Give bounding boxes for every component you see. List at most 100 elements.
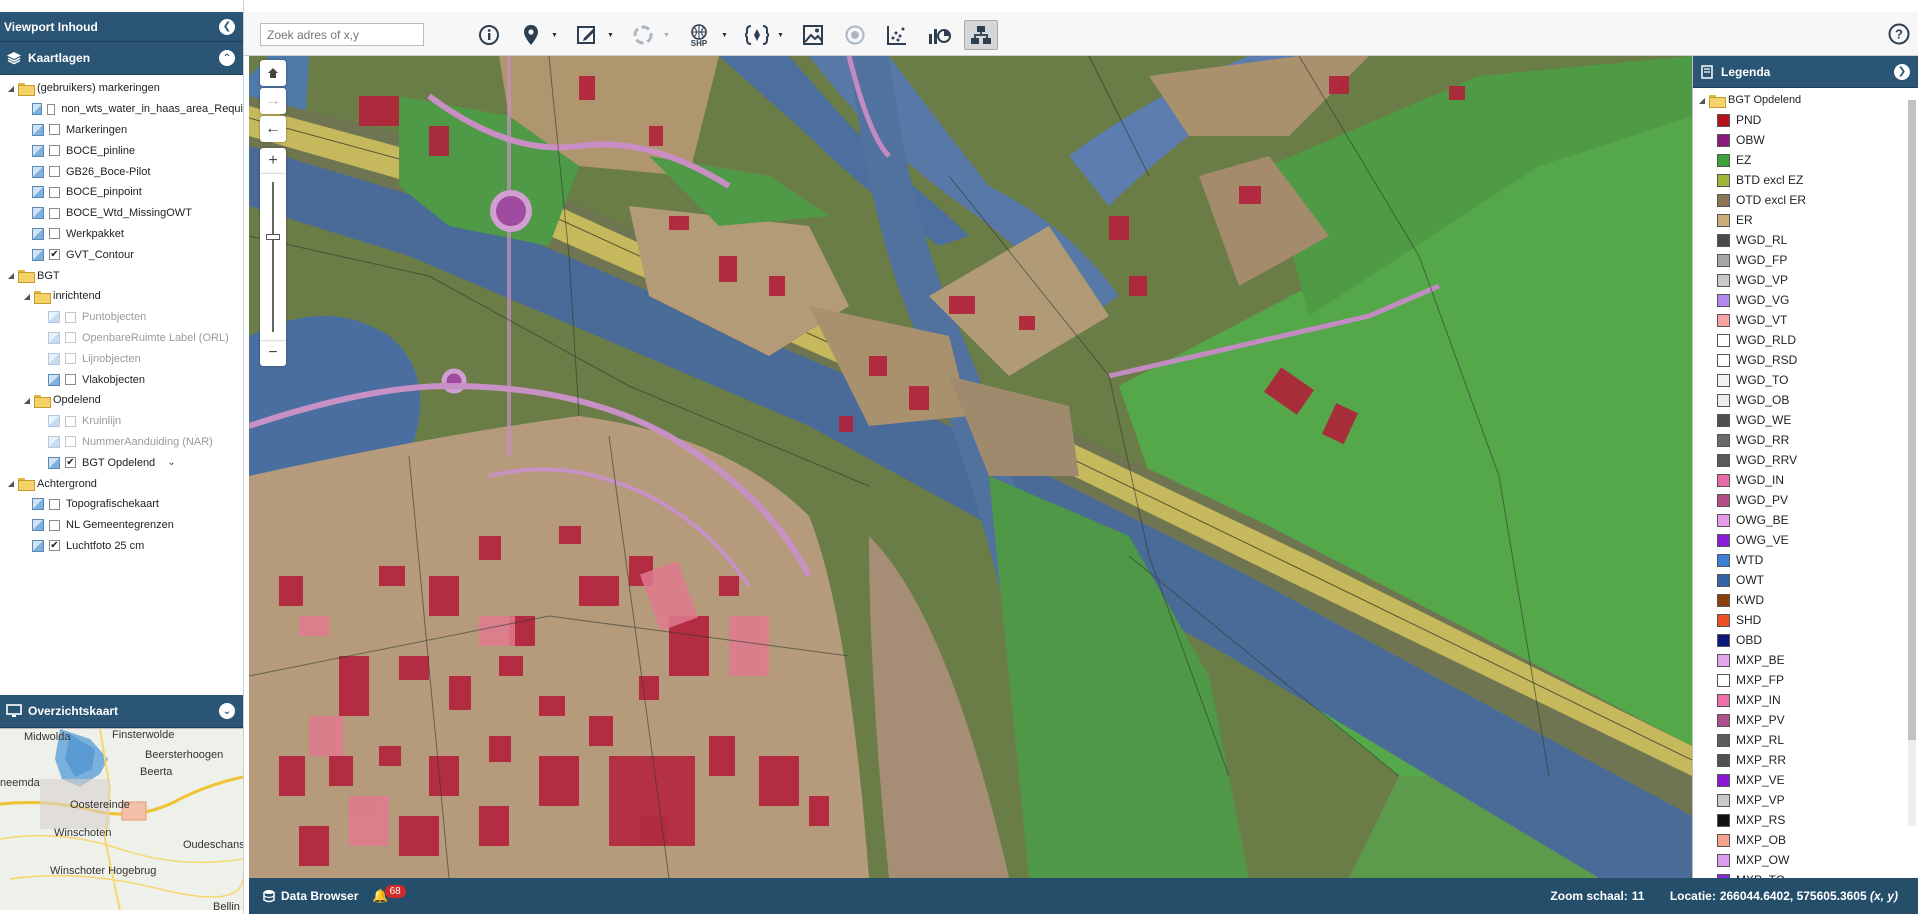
layer-checkbox[interactable] <box>65 374 76 386</box>
layer-settings-icon[interactable] <box>48 456 60 469</box>
legend-scrollbar[interactable] <box>1908 100 1916 826</box>
search-input[interactable] <box>260 23 424 46</box>
layer-item[interactable]: NummerAanduiding (NAR) <box>0 432 243 453</box>
caret-down-icon[interactable]: ▼ <box>551 32 558 39</box>
layer-group[interactable]: ◢ Achtergrond <box>0 473 243 494</box>
layer-checkbox[interactable] <box>49 186 60 198</box>
collapse-right-icon[interactable]: ❯ <box>1894 63 1910 80</box>
zoom-in-button[interactable]: + <box>260 148 286 174</box>
image-map-icon[interactable] <box>796 20 830 50</box>
layer-settings-icon[interactable] <box>32 519 44 532</box>
target-icon[interactable] <box>838 20 872 50</box>
layer-settings-icon[interactable] <box>48 415 60 428</box>
fields-icon[interactable] <box>740 20 774 50</box>
layer-item[interactable]: ✔ Luchtfoto 25 cm <box>0 536 243 557</box>
layer-settings-icon[interactable] <box>32 103 42 116</box>
edit-icon[interactable] <box>570 20 604 50</box>
layer-item[interactable]: GB26_Boce-Pilot <box>0 161 243 182</box>
collapse-left-icon[interactable]: ❮ <box>219 18 235 35</box>
expand-toggle-icon[interactable]: ◢ <box>6 479 16 488</box>
zoom-slider[interactable] <box>260 174 286 340</box>
layer-item[interactable]: BOCE_pinpoint <box>0 182 243 203</box>
legend-header[interactable]: Legenda ❯ <box>1693 56 1918 88</box>
layer-settings-icon[interactable] <box>48 311 60 324</box>
layer-checkbox[interactable] <box>49 124 60 136</box>
chevron-down-icon[interactable]: ⌄ <box>219 703 235 719</box>
layer-settings-icon[interactable] <box>32 123 44 136</box>
layer-item[interactable]: ✔ BGT Opdelend ⌄ <box>0 452 243 473</box>
home-icon[interactable] <box>260 60 286 86</box>
expand-toggle-icon[interactable]: ◢ <box>6 271 16 280</box>
legend-root[interactable]: ◢ BGT Opdelend <box>1697 90 1905 110</box>
layer-item[interactable]: OpenbareRuimte Label (ORL) <box>0 328 243 349</box>
layer-item[interactable]: ✔ GVT_Contour <box>0 244 243 265</box>
expand-toggle-icon[interactable]: ◢ <box>6 84 16 93</box>
layer-group[interactable]: ◢ Opdelend <box>0 390 243 411</box>
layer-item[interactable]: Kruinlijn <box>0 411 243 432</box>
spinner-icon[interactable] <box>626 20 660 50</box>
layer-settings-icon[interactable] <box>32 144 44 157</box>
layer-checkbox[interactable] <box>46 103 56 115</box>
layer-settings-icon[interactable] <box>32 186 44 199</box>
layer-checkbox[interactable] <box>49 145 60 157</box>
layer-checkbox[interactable] <box>49 498 60 510</box>
layer-settings-icon[interactable] <box>48 435 60 448</box>
caret-down-icon[interactable]: ▼ <box>663 32 670 39</box>
layer-group[interactable]: ◢ (gebruikers) markeringen <box>0 78 243 99</box>
layer-checkbox[interactable] <box>49 228 60 240</box>
layer-checkbox[interactable] <box>49 207 60 219</box>
layer-group[interactable]: ◢ BGT <box>0 265 243 286</box>
layer-checkbox[interactable] <box>49 519 60 531</box>
layer-settings-icon[interactable] <box>32 498 44 511</box>
data-browser-button[interactable]: Data Browser <box>263 889 358 903</box>
map-canvas[interactable] <box>249 56 1692 878</box>
layer-item[interactable]: Topografischekaart <box>0 494 243 515</box>
scatter-chart-icon[interactable] <box>880 20 914 50</box>
help-icon[interactable]: ? <box>1888 23 1910 45</box>
chevron-down-icon[interactable]: ⌄ <box>167 457 175 468</box>
layer-settings-icon[interactable] <box>48 331 60 344</box>
overview-map[interactable]: Midwolda Finsterwolde Beersterhoogen Bee… <box>0 728 243 910</box>
caret-down-icon[interactable]: ▼ <box>777 32 784 39</box>
arrow-back-icon[interactable]: ← <box>260 116 286 142</box>
layer-checkbox[interactable] <box>65 332 76 344</box>
layer-settings-icon[interactable] <box>32 539 44 552</box>
layer-group[interactable]: ◢ inrichtend <box>0 286 243 307</box>
zoom-slider-knob[interactable] <box>266 234 280 240</box>
overview-panel-header[interactable]: Overzichtskaart ⌄ <box>0 695 243 728</box>
layer-checkbox[interactable]: ✔ <box>65 457 76 469</box>
layer-settings-icon[interactable] <box>32 248 44 261</box>
layer-item[interactable]: Vlakobjecten <box>0 369 243 390</box>
expand-toggle-icon[interactable]: ◢ <box>22 292 32 301</box>
layer-item[interactable]: BOCE_pinline <box>0 140 243 161</box>
layer-checkbox[interactable] <box>65 353 76 365</box>
network-icon[interactable] <box>964 20 998 50</box>
layer-settings-icon[interactable] <box>48 352 60 365</box>
chevron-up-icon[interactable]: ⌃ <box>219 50 235 66</box>
layer-checkbox[interactable] <box>65 436 76 448</box>
layer-settings-icon[interactable] <box>32 227 44 240</box>
layer-settings-icon[interactable] <box>32 165 44 178</box>
zoom-out-button[interactable]: − <box>260 340 286 366</box>
layer-item[interactable]: Werkpakket <box>0 224 243 245</box>
arrow-forward-icon[interactable]: → <box>260 88 286 114</box>
notification-badge[interactable]: 68 <box>384 884 406 898</box>
layer-item[interactable]: Markeringen <box>0 120 243 141</box>
layer-checkbox[interactable] <box>65 415 76 427</box>
layers-panel-header[interactable]: Kaartlagen ⌃ <box>0 42 243 75</box>
layer-settings-icon[interactable] <box>48 373 60 386</box>
stats-icon[interactable] <box>922 20 956 50</box>
layer-item[interactable]: BOCE_Wtd_MissingOWT <box>0 203 243 224</box>
caret-down-icon[interactable]: ▼ <box>721 32 728 39</box>
layer-item[interactable]: non_wts_water_in_haas_area_Requi <box>0 99 243 120</box>
layer-settings-icon[interactable] <box>32 207 44 220</box>
shp-icon[interactable]: SHP <box>682 20 716 50</box>
info-icon[interactable] <box>472 20 506 50</box>
layer-checkbox[interactable] <box>49 166 60 178</box>
viewport-panel-header[interactable]: Viewport Inhoud ❮ <box>0 12 243 42</box>
expand-toggle-icon[interactable]: ◢ <box>22 396 32 405</box>
layer-item[interactable]: NL Gemeentegrenzen <box>0 515 243 536</box>
layer-item[interactable]: Puntobjecten <box>0 307 243 328</box>
layer-checkbox[interactable] <box>65 311 76 323</box>
marker-icon[interactable] <box>514 20 548 50</box>
